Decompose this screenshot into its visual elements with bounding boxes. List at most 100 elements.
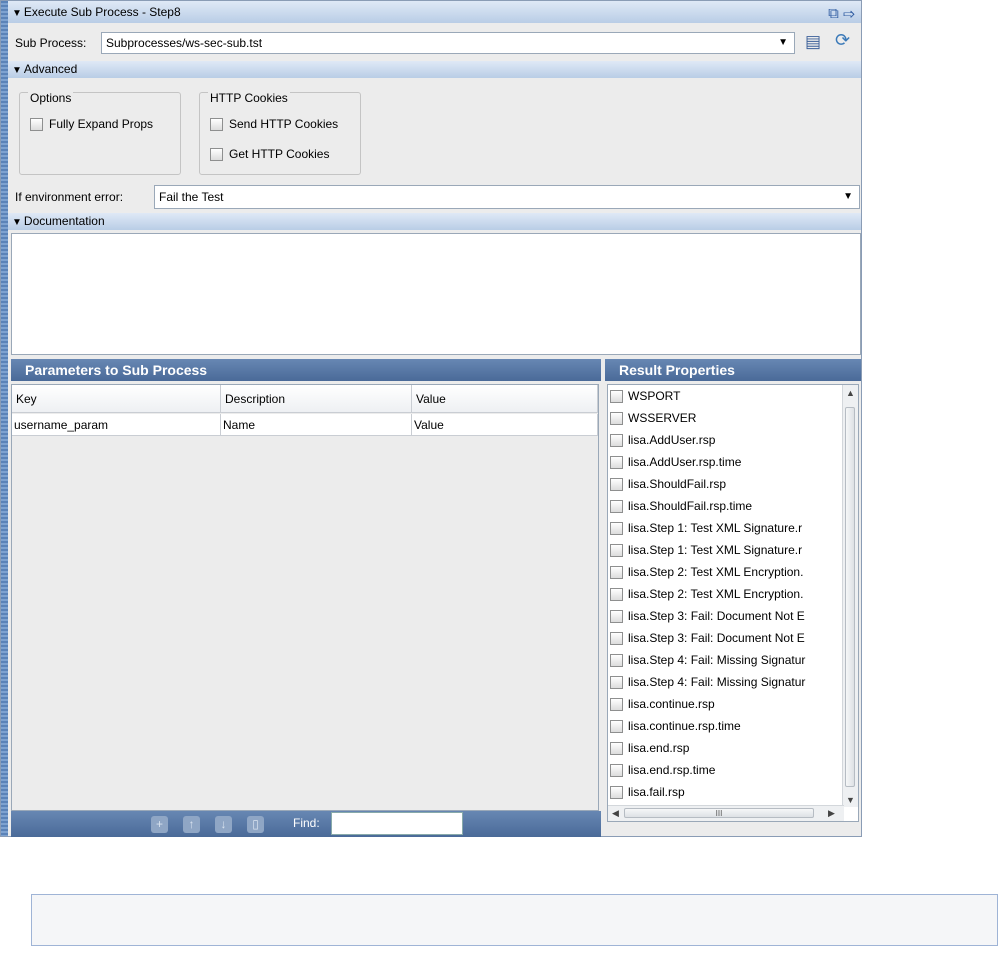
chevron-down-icon[interactable]: ▼ (778, 33, 788, 53)
parameters-table[interactable]: Key Description Value username_param Nam… (11, 384, 599, 811)
result-property-item[interactable]: lisa.end.rsp.time (610, 759, 715, 781)
advanced-section-bar[interactable]: ▼ Advanced (8, 61, 861, 78)
checkbox-box[interactable] (610, 631, 623, 645)
result-property-item[interactable]: lisa.ShouldFail.rsp.time (610, 495, 752, 517)
checkbox-box[interactable] (610, 719, 623, 733)
result-property-item[interactable]: lisa.Step 3: Fail: Document Not E (610, 627, 805, 649)
result-property-item[interactable]: lisa.Step 1: Test XML Signature.r (610, 539, 802, 561)
checkbox-box[interactable] (30, 117, 43, 131)
checkbox-box[interactable] (610, 587, 623, 601)
result-property-item[interactable]: lisa.fail.rsp (610, 781, 685, 803)
column-header-key[interactable]: Key (12, 385, 221, 413)
column-header-description[interactable]: Description (221, 385, 412, 413)
result-property-item[interactable]: lisa.Step 4: Fail: Missing Signatur (610, 671, 805, 693)
result-property-label: lisa.Step 1: Test XML Signature.r (628, 543, 803, 557)
checkbox-box[interactable] (610, 499, 623, 513)
subprocess-combo[interactable]: Subprocesses/ws-sec-sub.tst ▼ (101, 32, 795, 54)
result-property-item[interactable]: lisa.Step 2: Test XML Encryption. (610, 561, 803, 583)
scroll-up-icon[interactable]: ▲ (846, 388, 855, 398)
scroll-right-icon[interactable]: ▶ (828, 808, 835, 819)
result-property-label: lisa.continue.rsp.time (628, 719, 741, 733)
fully-expand-props-checkbox[interactable]: Fully Expand Props (30, 117, 153, 131)
get-http-cookies-checkbox[interactable]: Get HTTP Cookies (210, 147, 329, 161)
collapse-triangle-icon[interactable]: ▼ (12, 8, 22, 19)
folder-icon[interactable]: ▤ (805, 32, 821, 52)
result-property-item[interactable]: lisa.continue.rsp.time (610, 715, 741, 737)
checkbox-box[interactable] (210, 147, 223, 161)
table-cell-key[interactable]: username_param (12, 414, 221, 436)
get-cookies-label: Get HTTP Cookies (229, 147, 330, 161)
result-property-item[interactable]: lisa.continue.rsp (610, 693, 715, 715)
checkbox-box[interactable] (610, 763, 623, 777)
delete-icon[interactable]: ▯ (247, 816, 264, 833)
checkbox-box[interactable] (610, 609, 623, 623)
documentation-label: Documentation (23, 214, 105, 228)
checkbox-box[interactable] (610, 675, 623, 689)
table-cell-description[interactable]: Name (221, 414, 412, 436)
move-down-icon[interactable]: ↓ (215, 816, 232, 833)
checkbox-box[interactable] (610, 477, 623, 491)
result-property-item[interactable]: lisa.Step 3: Fail: Document Not E (610, 605, 805, 627)
result-property-label: lisa.Step 3: Fail: Document Not E (628, 631, 805, 645)
forward-arrow-icon[interactable]: ⇨ (843, 5, 855, 22)
http-cookies-group: HTTP Cookies Send HTTP Cookies Get HTTP … (199, 91, 361, 175)
subprocess-value: Subprocesses/ws-sec-sub.tst (106, 36, 263, 50)
checkbox-box[interactable] (610, 411, 623, 425)
collapse-triangle-icon[interactable]: ▼ (12, 217, 22, 228)
checkbox-box[interactable] (610, 741, 623, 755)
result-property-label: WSSERVER (628, 411, 697, 425)
scroll-down-icon[interactable]: ▼ (846, 795, 855, 805)
table-cell-value[interactable]: Value (412, 414, 598, 436)
fully-expand-label: Fully Expand Props (49, 117, 154, 131)
checkbox-box[interactable] (610, 455, 623, 469)
result-property-item[interactable]: lisa.ShouldFail.rsp (610, 473, 726, 495)
horizontal-scroll-thumb[interactable]: III (624, 808, 814, 818)
send-http-cookies-checkbox[interactable]: Send HTTP Cookies (210, 117, 338, 131)
result-property-item[interactable]: lisa.Step 1: Test XML Signature.r (610, 517, 802, 539)
panel-title-bar[interactable]: ▼ Execute Sub Process - Step8 ⧉ ⇨ (8, 1, 861, 23)
env-error-combo[interactable]: Fail the Test ▼ (154, 185, 860, 209)
move-up-icon[interactable]: ↑ (183, 816, 200, 833)
execute-subprocess-panel: ▼ Execute Sub Process - Step8 ⧉ ⇨ Sub Pro… (0, 0, 862, 837)
result-properties-list[interactable]: WSPORT WSSERVER lisa.AddUser.rsp lisa.AddUs… (607, 384, 859, 822)
result-properties-header: Result Properties (605, 359, 861, 381)
checkbox-box[interactable] (610, 565, 623, 579)
result-property-label: lisa.ShouldFail.rsp.time (628, 499, 753, 513)
refresh-icon[interactable]: ⟳ (835, 30, 850, 51)
result-property-label: lisa.end.rsp.time (628, 763, 716, 777)
add-icon[interactable]: + (151, 816, 168, 833)
result-property-item[interactable]: lisa.Step 2: Test XML Encryption. (610, 583, 803, 605)
result-property-item[interactable]: lisa.Step 4: Fail: Missing Signatur (610, 649, 805, 671)
checkbox-box[interactable] (610, 697, 623, 711)
result-property-label: WSPORT (628, 389, 681, 403)
checkbox-box[interactable] (610, 389, 623, 403)
scroll-left-icon[interactable]: ◀ (612, 808, 619, 819)
documentation-textarea[interactable] (11, 233, 861, 355)
result-property-item[interactable]: WSSERVER (610, 407, 696, 429)
checkbox-box[interactable] (610, 433, 623, 447)
result-property-item[interactable]: lisa.end.rsp (610, 737, 689, 759)
title-icons: ⧉ ⇨ (828, 3, 855, 25)
parameters-header: Parameters to Sub Process (11, 359, 601, 381)
http-cookies-title: HTTP Cookies (208, 91, 290, 105)
checkbox-box[interactable] (610, 785, 623, 799)
expand-icon[interactable]: ⧉ (828, 5, 839, 22)
find-input[interactable] (331, 812, 463, 835)
checkbox-box[interactable] (610, 653, 623, 667)
checkbox-box[interactable] (610, 521, 623, 535)
scroll-grip: III (715, 809, 723, 818)
collapse-triangle-icon[interactable]: ▼ (12, 65, 22, 76)
column-header-value[interactable]: Value (412, 385, 598, 413)
checkbox-box[interactable] (210, 117, 223, 131)
vertical-scrollbar[interactable]: ▲ ▼ (842, 385, 858, 807)
result-property-label: lisa.Step 3: Fail: Document Not E (628, 609, 805, 623)
result-property-item[interactable]: lisa.AddUser.rsp.time (610, 451, 741, 473)
documentation-section-bar[interactable]: ▼ Documentation (8, 213, 861, 230)
horizontal-scrollbar[interactable]: ◀ III ▶ (608, 805, 844, 821)
checkbox-box[interactable] (610, 543, 623, 557)
chevron-down-icon[interactable]: ▼ (843, 186, 853, 208)
result-property-label: lisa.ShouldFail.rsp (628, 477, 727, 491)
result-property-item[interactable]: WSPORT (610, 385, 680, 407)
result-property-item[interactable]: lisa.AddUser.rsp (610, 429, 715, 451)
scroll-thumb[interactable] (845, 407, 855, 787)
